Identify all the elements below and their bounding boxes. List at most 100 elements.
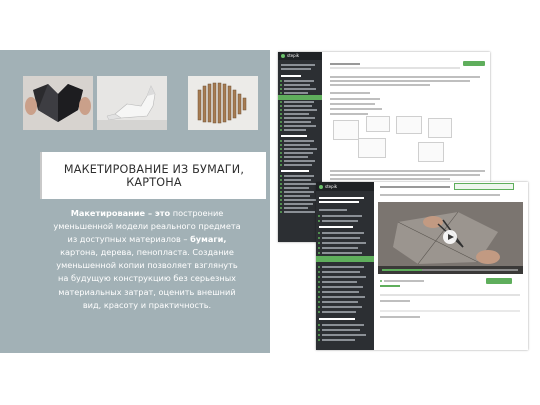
next-step-button[interactable] — [486, 278, 512, 284]
progress-dot-icon — [280, 179, 282, 181]
progress-dot-icon — [280, 144, 282, 146]
progress-dot-icon — [280, 164, 282, 166]
sidebar-item[interactable] — [284, 191, 314, 193]
sidebar-item[interactable] — [322, 286, 363, 288]
sidebar-item[interactable] — [322, 215, 362, 217]
sidebar-item[interactable] — [284, 195, 310, 197]
progress-dot-icon — [280, 152, 282, 154]
progress-dot-icon — [318, 339, 320, 341]
sidebar-item[interactable] — [322, 334, 366, 336]
sidebar-item[interactable] — [322, 301, 358, 303]
sidebar-item[interactable] — [284, 84, 310, 86]
sidebar-item[interactable] — [322, 276, 366, 278]
sidebar-item[interactable] — [322, 252, 362, 254]
sidebar-item[interactable] — [284, 140, 314, 142]
pattern-diagram — [333, 120, 359, 140]
progress-dot-icon — [280, 105, 282, 107]
sidebar-item[interactable] — [284, 80, 314, 82]
progress-dot-icon — [318, 252, 320, 254]
sidebar-item[interactable] — [322, 311, 356, 313]
pattern-diagram — [428, 118, 452, 138]
progress-dot-icon — [280, 88, 282, 90]
sidebar-item[interactable] — [284, 199, 317, 201]
progress-dot-icon — [280, 191, 282, 193]
slide-description: Макетирование – это построение уменьшенн… — [52, 207, 242, 312]
sidebar-item[interactable] — [322, 296, 365, 298]
sidebar-item[interactable] — [284, 121, 311, 123]
sidebar-section[interactable] — [281, 135, 307, 137]
sidebar-item[interactable] — [284, 203, 313, 205]
progress-dot-icon — [318, 281, 320, 283]
sidebar-item[interactable] — [284, 88, 316, 90]
sidebar-section[interactable] — [319, 209, 347, 211]
pattern-diagram — [396, 116, 422, 134]
progress-dot-icon — [318, 266, 320, 268]
sidebar-section[interactable] — [319, 226, 353, 228]
sidebar-item[interactable] — [284, 148, 317, 150]
sidebar-section[interactable] — [281, 75, 301, 77]
progress-dot-icon — [280, 175, 282, 177]
sidebar-item[interactable] — [284, 105, 312, 107]
sidebar-item[interactable] — [284, 179, 311, 181]
sidebar-item-active[interactable] — [316, 256, 374, 262]
play-icon[interactable] — [443, 230, 457, 244]
progress-dot-icon — [280, 129, 282, 131]
lesson-heading — [380, 194, 500, 196]
left-panel: МАКЕТИРОВАНИЕ ИЗ БУМАГИ, КАРТОНА Макетир… — [0, 50, 270, 353]
sidebar-item[interactable] — [322, 271, 360, 273]
sidebar-item[interactable] — [322, 281, 357, 283]
sidebar-item[interactable] — [284, 183, 316, 185]
sidebar-item[interactable] — [284, 125, 316, 127]
sidebar-item[interactable] — [284, 156, 308, 158]
sidebar-item[interactable] — [322, 329, 360, 331]
sidebar-item[interactable] — [284, 175, 314, 177]
sidebar-item[interactable] — [281, 64, 315, 66]
description-part-2: картона, дерева, пенопласта. Создание ум… — [56, 247, 238, 310]
step-tabs[interactable] — [454, 183, 514, 190]
sidebar-item[interactable] — [322, 339, 355, 341]
progress-dot-icon — [318, 291, 320, 293]
sidebar-item[interactable] — [322, 324, 364, 326]
status-text — [384, 280, 424, 282]
sidebar-item[interactable] — [284, 164, 312, 166]
sidebar-item[interactable] — [322, 232, 364, 234]
progress-dot-icon — [280, 187, 282, 189]
discussion-link[interactable] — [380, 316, 420, 318]
progress-dot-icon — [318, 306, 320, 308]
sidebar-item[interactable] — [322, 306, 362, 308]
sidebar-item[interactable] — [281, 68, 311, 70]
sidebar-item[interactable] — [284, 144, 310, 146]
next-step-button[interactable] — [463, 61, 485, 66]
sidebar-section[interactable] — [319, 318, 355, 320]
sidebar-item[interactable] — [284, 129, 306, 131]
video-player[interactable] — [378, 202, 523, 274]
progress-dot-icon — [318, 301, 320, 303]
sidebar-item[interactable] — [322, 242, 366, 244]
progress-dot-icon — [280, 156, 282, 158]
sidebar-section[interactable] — [281, 170, 309, 172]
sidebar-item[interactable] — [322, 291, 359, 293]
sidebar-item[interactable] — [322, 220, 358, 222]
sidebar-item[interactable] — [284, 207, 308, 209]
correct-answer-label — [380, 285, 400, 287]
sidebar-item[interactable] — [284, 92, 308, 94]
sidebar-item[interactable] — [284, 160, 315, 162]
sidebar-item-active[interactable] — [278, 95, 322, 100]
list-item — [330, 98, 380, 100]
sidebar-item[interactable] — [284, 187, 309, 189]
progress-dot-icon — [280, 109, 282, 111]
sidebar-item[interactable] — [284, 113, 309, 115]
sidebar-item[interactable] — [322, 266, 364, 268]
progress-dot-icon — [280, 101, 282, 103]
sidebar-item[interactable] — [322, 247, 358, 249]
description-term: Макетирование – это — [70, 208, 171, 218]
sidebar-item[interactable] — [284, 117, 315, 119]
progress-dot-icon — [318, 324, 320, 326]
sidebar-item[interactable] — [284, 211, 315, 213]
progress-dot-icon — [280, 84, 282, 86]
sidebar-item[interactable] — [322, 237, 360, 239]
sidebar-item[interactable] — [284, 101, 314, 103]
sidebar-item[interactable] — [284, 109, 317, 111]
progress-dot-icon — [318, 232, 320, 234]
sidebar-item[interactable] — [284, 152, 313, 154]
